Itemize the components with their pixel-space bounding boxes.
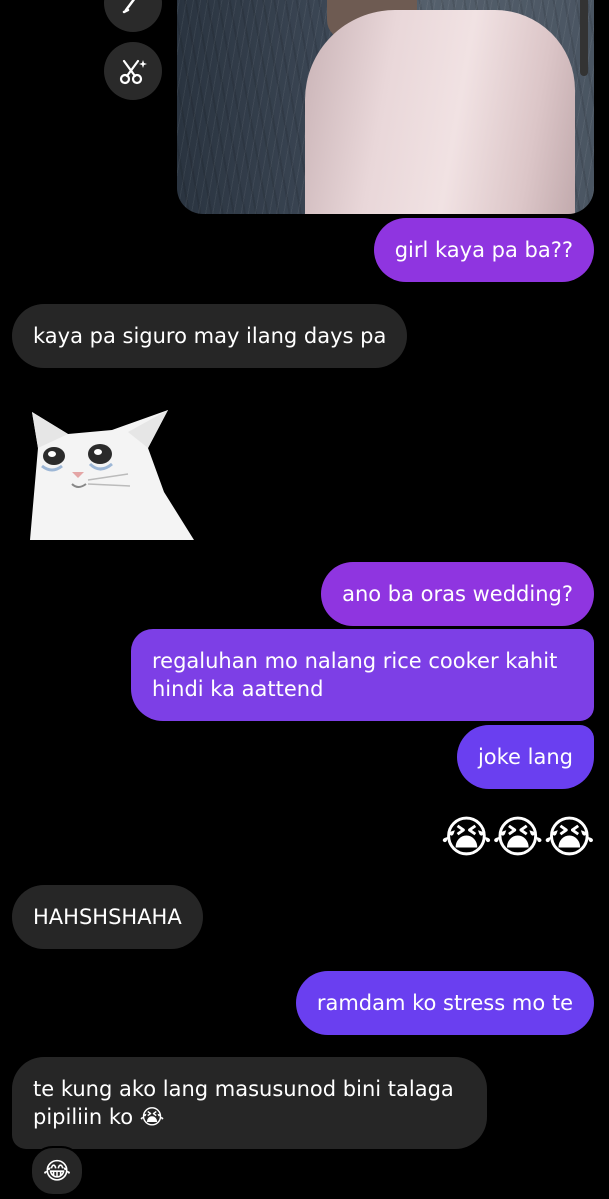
message-bubble-sent[interactable]: ramdam ko stress mo te	[295, 971, 594, 1035]
message-text-line2: hindi ka aattend	[152, 677, 324, 701]
message-text-line1: te kung ako lang masusunod bini talaga	[33, 1077, 454, 1101]
message-text: ano ba oras wedding?	[342, 582, 573, 606]
scissors-sparkle-icon	[116, 54, 150, 88]
shared-photo[interactable]	[177, 0, 594, 214]
loudly-crying-emoji: 😭😭😭	[440, 812, 595, 863]
pencil-icon	[120, 0, 146, 16]
message-text-line1: regaluhan mo nalang rice cooker kahit	[152, 649, 558, 673]
message-bubble-received[interactable]: te kung ako lang masusunod bini talaga p…	[12, 1057, 487, 1149]
message-reaction[interactable]: 😂	[30, 1146, 84, 1196]
photo-scrollbar	[580, 0, 588, 76]
message-text: joke lang	[477, 745, 573, 769]
message-text: ramdam ko stress mo te	[316, 991, 573, 1015]
message-bubble-received[interactable]: HAHSHSHAHA	[12, 885, 203, 949]
message-bubble-sent[interactable]: joke lang	[456, 725, 594, 789]
message-bubble-sent[interactable]: girl kaya pa ba??	[373, 218, 594, 282]
message-bubble-received[interactable]: kaya pa siguro may ilang days pa	[12, 304, 408, 368]
message-text: kaya pa siguro may ilang days pa	[33, 324, 387, 348]
message-bubble-sent[interactable]: regaluhan mo nalang rice cooker kahit hi…	[131, 629, 594, 721]
message-text: girl kaya pa ba??	[394, 238, 573, 262]
crying-cat-sticker[interactable]	[28, 408, 194, 540]
message-text: HAHSHSHAHA	[33, 905, 182, 929]
emoji-message[interactable]: 😭😭😭	[441, 812, 595, 864]
edit-button[interactable]	[104, 0, 162, 32]
photo-subject	[305, 10, 575, 214]
message-text-line2: pipiliin ko 😭	[33, 1105, 165, 1129]
laughing-emoji: 😂	[42, 1157, 72, 1185]
message-bubble-sent[interactable]: ano ba oras wedding?	[321, 562, 594, 626]
ai-cut-button[interactable]	[104, 42, 162, 100]
